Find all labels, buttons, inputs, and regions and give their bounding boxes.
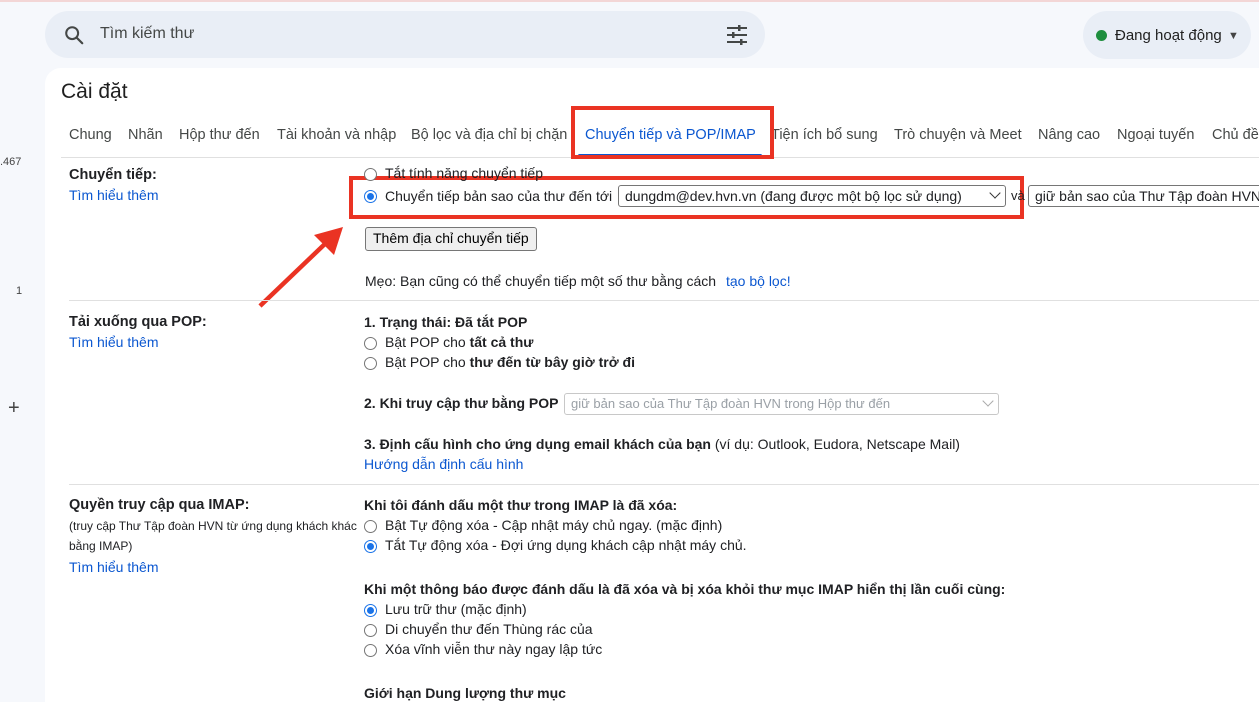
pop-status: 1. Trạng thái: Đã tắt POP <box>364 314 528 330</box>
tab-inbox[interactable]: Hộp thư đến <box>179 127 260 143</box>
rail-badge: 1 <box>16 285 23 297</box>
imap-trash-label: Di chuyển thư đến Thùng rác của <box>385 621 593 637</box>
section-divider <box>69 484 1259 485</box>
imap-learn-more-link[interactable]: Tìm hiểu thêm <box>69 559 158 575</box>
tab-accounts[interactable]: Tài khoản và nhập <box>277 127 396 143</box>
page-title: Cài đặt <box>61 80 128 103</box>
imap-sub-2: bằng IMAP) <box>69 539 133 553</box>
create-filter-link[interactable]: tạo bộ lọc! <box>726 273 791 289</box>
search-bar[interactable]: Tìm kiếm thư <box>45 11 765 58</box>
forwarding-on-radio[interactable] <box>364 190 377 203</box>
pop-config-hint: (ví dụ: Outlook, Eudora, Netscape Mail) <box>714 436 960 452</box>
imap-q1: Khi tôi đánh dấu một thư trong IMAP là đ… <box>364 497 678 513</box>
imap-autoexpunge-on-label: Bật Tự động xóa - Cập nhật máy chủ ngay.… <box>385 517 723 533</box>
status-selector[interactable]: Đang hoạt động ▼ <box>1083 11 1251 59</box>
tab-highlight-box <box>571 106 774 159</box>
pop-learn-more-link[interactable]: Tìm hiểu thêm <box>69 334 158 350</box>
pop-all-mail-radio[interactable] <box>364 337 377 350</box>
chevron-down-icon: ▼ <box>1228 30 1239 42</box>
search-icon[interactable] <box>63 24 85 46</box>
forward-keep-copy-select[interactable]: giữ bản sao của Thư Tập đoàn HVN <box>1028 185 1259 207</box>
imap-sub-1: (truy cập Thư Tập đoàn HVN từ ứng dụng k… <box>69 519 357 533</box>
pop-all-mail-label: Bật POP cho tất cả thư <box>385 334 533 350</box>
forwarding-label: Chuyển tiếp: <box>69 167 157 183</box>
add-forwarding-address-button[interactable]: Thêm địa chỉ chuyển tiếp <box>365 227 537 251</box>
pop-config-label: 3. Định cấu hình cho ứng dụng email khác… <box>364 436 960 452</box>
pop-access-value: giữ bản sao của Thư Tập đoàn HVN trong H… <box>571 396 891 411</box>
chevron-down-icon <box>982 395 994 407</box>
rail-count: .467 <box>0 156 22 168</box>
forward-keep-copy-value: giữ bản sao của Thư Tập đoàn HVN <box>1035 188 1259 204</box>
imap-trash-radio[interactable] <box>364 624 377 637</box>
plus-icon[interactable]: + <box>8 398 20 418</box>
tab-labels[interactable]: Nhãn <box>128 127 163 143</box>
settings-panel <box>45 68 1259 702</box>
pop-access-select[interactable]: giữ bản sao của Thư Tập đoàn HVN trong H… <box>564 393 999 415</box>
forwarding-and-text: và <box>1011 188 1025 203</box>
pop-config-guide-link[interactable]: Hướng dẫn định cấu hình <box>364 456 523 472</box>
pop-access-label: 2. Khi truy cập thư bằng POP <box>364 395 559 411</box>
forwarding-on-label: Chuyển tiếp bản sao của thư đến tới <box>385 188 613 204</box>
tab-advanced[interactable]: Nâng cao <box>1038 127 1100 143</box>
forward-address-select[interactable]: dungdm@dev.hvn.vn (đang được một bộ lọc … <box>618 185 1006 207</box>
imap-q3: Giới hạn Dung lượng thư mục <box>364 685 566 701</box>
forwarding-off-label: Tắt tính năng chuyển tiếp <box>385 165 543 181</box>
imap-archive-label: Lưu trữ thư (mặc định) <box>385 601 527 617</box>
pop-new-mail-label: Bật POP cho thư đến từ bây giờ trở đi <box>385 354 635 370</box>
forwarding-tip-text: Mẹo: Bạn cũng có thể chuyển tiếp một số … <box>365 273 717 289</box>
imap-autoexpunge-off-radio[interactable] <box>364 540 377 553</box>
imap-delete-radio[interactable] <box>364 644 377 657</box>
forwarding-learn-more-link[interactable]: Tìm hiểu thêm <box>69 187 158 203</box>
pop-opt2-bold: thư đến từ bây giờ trở đi <box>469 354 635 370</box>
imap-delete-label: Xóa vĩnh viễn thư này ngay lập tức <box>385 641 603 657</box>
tab-themes[interactable]: Chủ đề <box>1212 127 1259 143</box>
forward-address-value: dungdm@dev.hvn.vn (đang được một bộ lọc … <box>625 188 962 204</box>
top-accent-line <box>0 0 1259 2</box>
imap-autoexpunge-off-label: Tắt Tự động xóa - Đợi ứng dụng khách cập… <box>385 537 747 553</box>
pop-config-bold: 3. Định cấu hình cho ứng dụng email khác… <box>364 436 711 452</box>
pop-opt1-prefix: Bật POP cho <box>385 334 466 350</box>
tab-chat-meet[interactable]: Trò chuyện và Meet <box>894 127 1022 143</box>
imap-q2: Khi một thông báo được đánh dấu là đã xó… <box>364 581 1006 597</box>
tab-general[interactable]: Chung <box>69 127 112 143</box>
search-options-icon[interactable] <box>725 24 749 46</box>
search-input[interactable]: Tìm kiếm thư <box>100 25 194 43</box>
status-label: Đang hoạt động <box>1115 27 1222 44</box>
tab-filters[interactable]: Bộ lọc và địa chỉ bị chặn <box>411 127 567 143</box>
tab-addons[interactable]: Tiện ích bổ sung <box>771 127 878 143</box>
tab-offline[interactable]: Ngoại tuyến <box>1117 127 1194 143</box>
imap-label: Quyền truy cập qua IMAP: <box>69 497 250 513</box>
pop-opt1-bold: tất cả thư <box>469 334 534 350</box>
pop-label: Tải xuống qua POP: <box>69 314 207 330</box>
imap-archive-radio[interactable] <box>364 604 377 617</box>
section-divider <box>69 300 1259 301</box>
forwarding-off-radio[interactable] <box>364 168 377 181</box>
imap-autoexpunge-on-radio[interactable] <box>364 520 377 533</box>
chevron-down-icon <box>989 187 1001 199</box>
pop-opt2-prefix: Bật POP cho <box>385 354 466 370</box>
pop-new-mail-radio[interactable] <box>364 357 377 370</box>
status-dot-icon <box>1096 30 1107 41</box>
